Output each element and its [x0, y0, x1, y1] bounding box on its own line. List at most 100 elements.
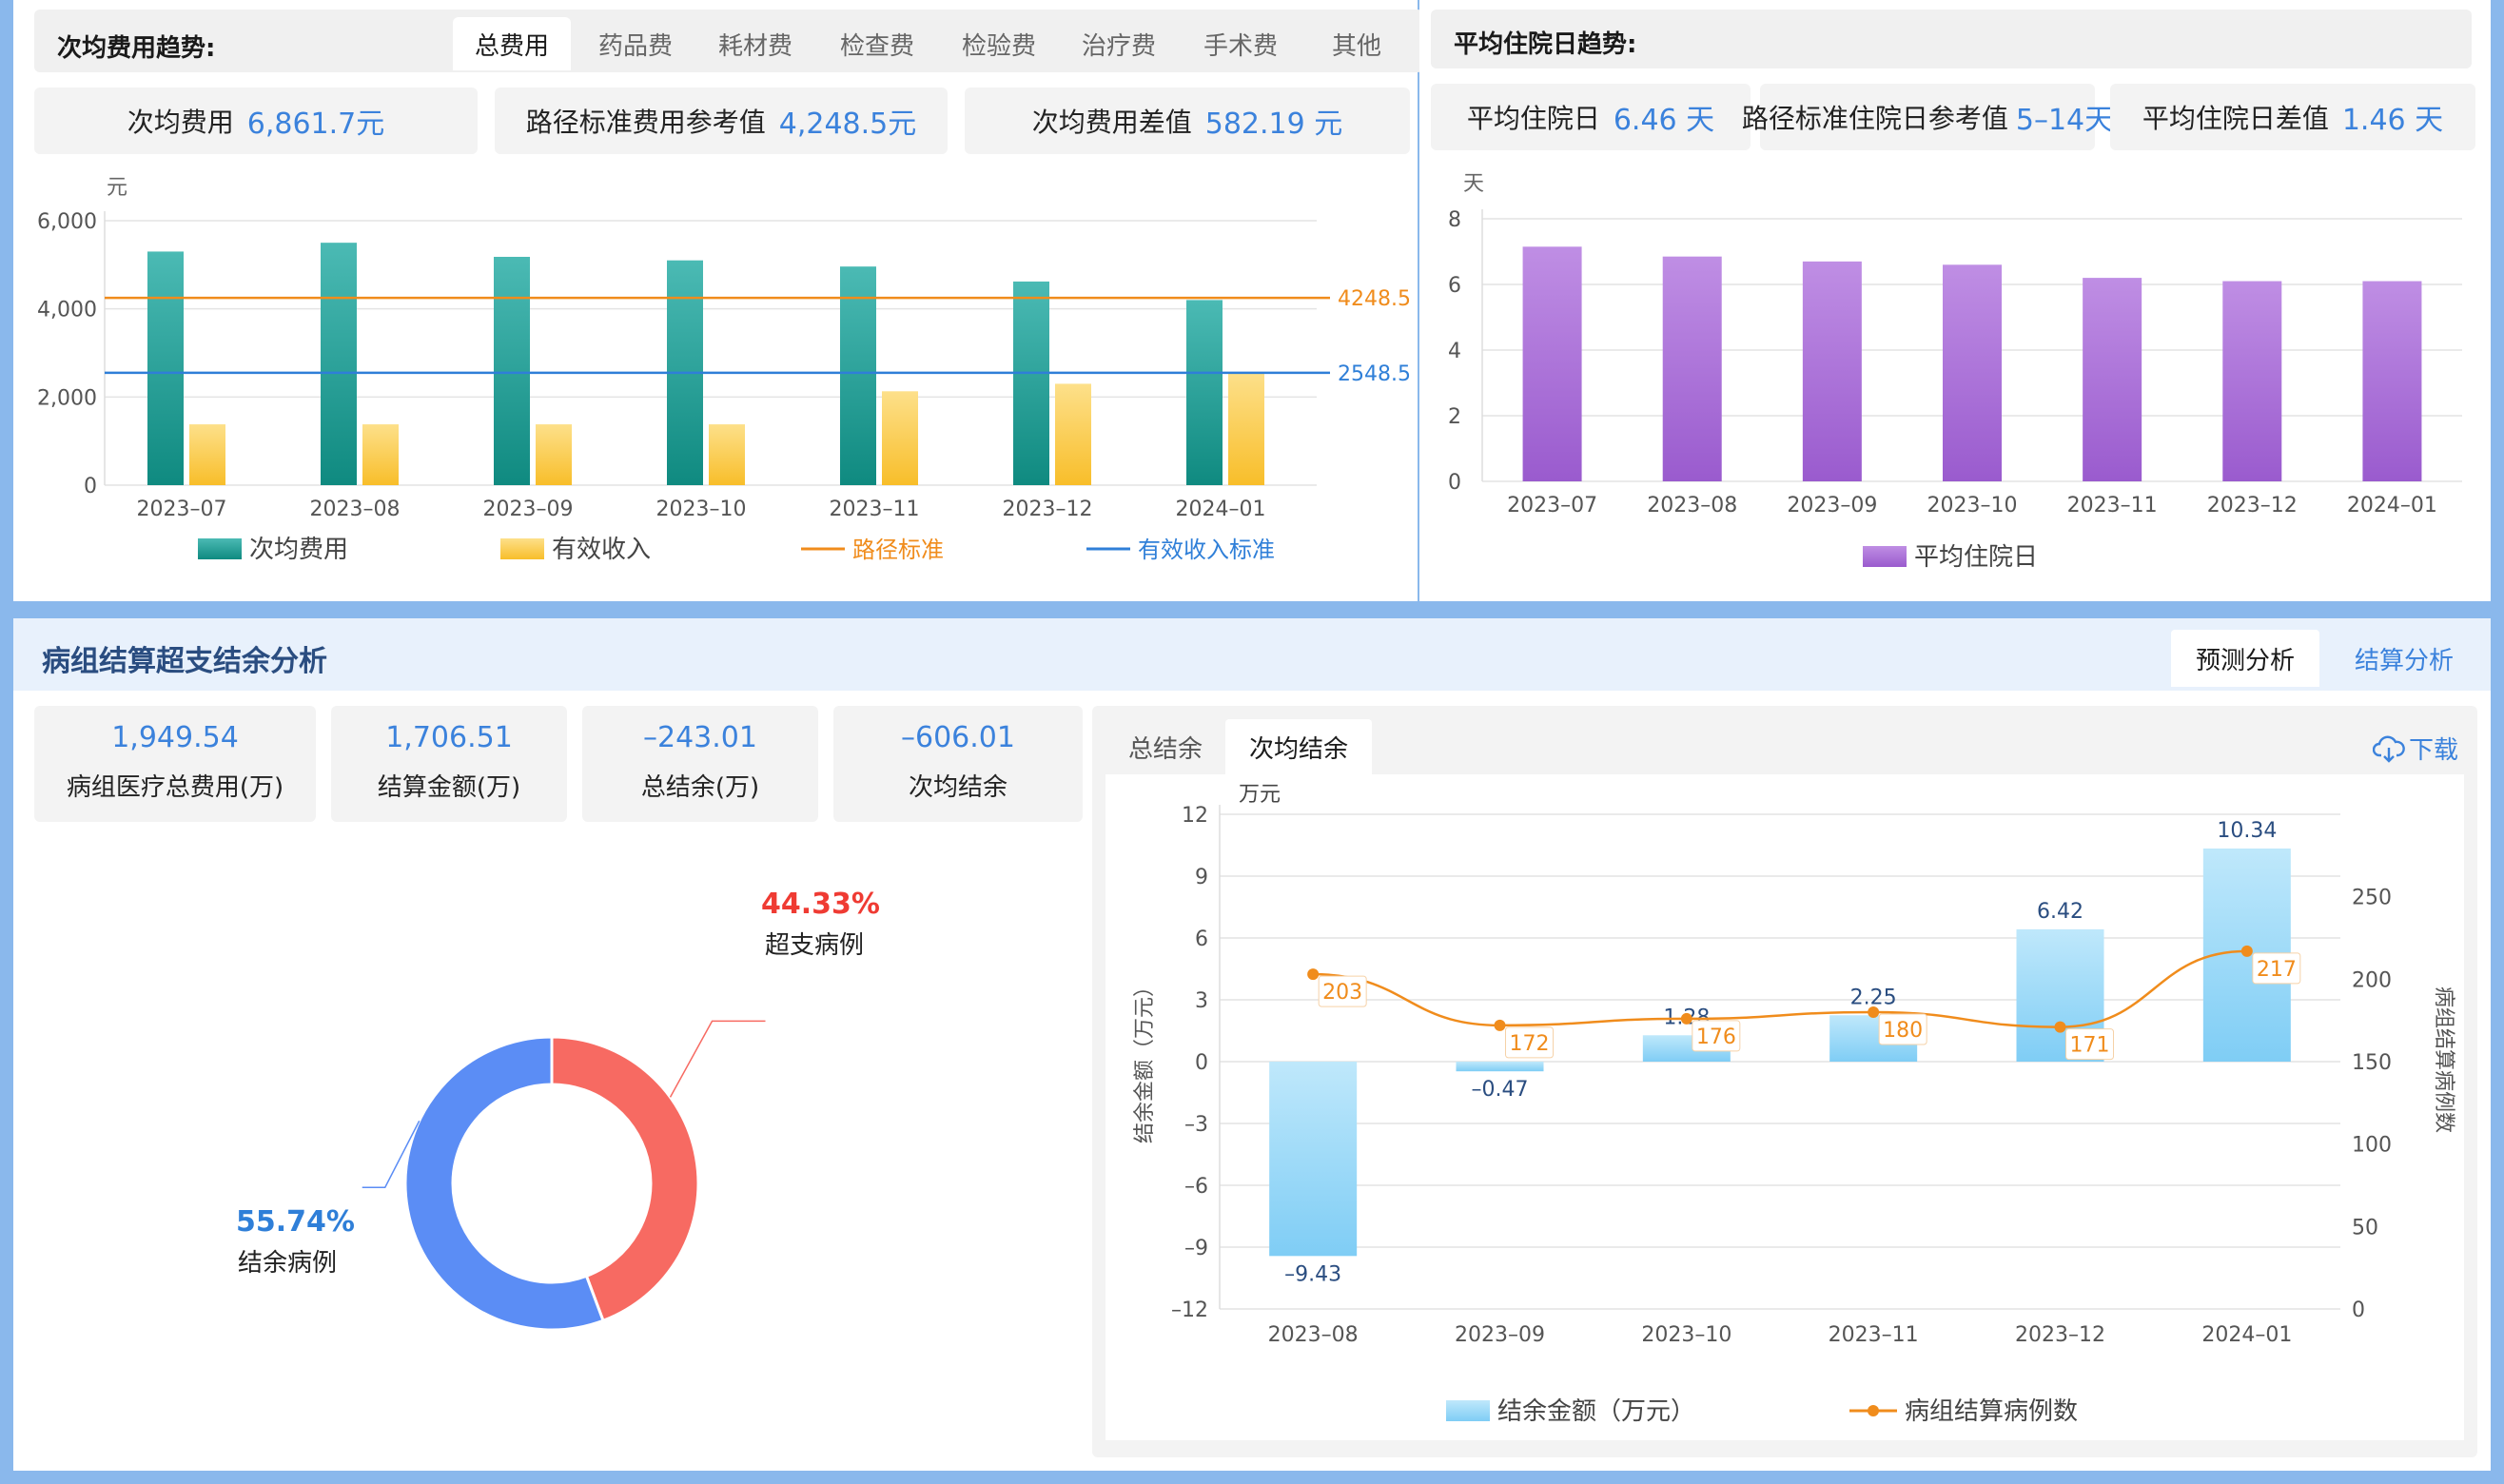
donut-leader-over: [669, 1020, 766, 1098]
settle-y-unit: 万元: [1239, 783, 1281, 807]
settle-case-point: [1494, 1019, 1506, 1031]
cost-bar-avg: [494, 256, 530, 485]
donut-over-label: 超支病例: [765, 931, 864, 960]
donut-slice: [550, 1035, 700, 1323]
legend-income-standard-label: 有效收入标准: [1138, 537, 1275, 563]
cost-bar-income: [1055, 383, 1091, 485]
total-balance-value: –243.01: [643, 721, 757, 754]
legend-cases-label: 病组结算病例数: [1905, 1397, 2078, 1426]
total-balance-kpi: –243.01 总结余(万): [582, 706, 818, 822]
settle-bar-label: –9.43: [1284, 1262, 1341, 1286]
settle-x-tick: 2023–09: [1455, 1323, 1545, 1347]
settle-bar-label: 10.34: [2217, 819, 2277, 843]
settle-y-tick: 12: [1182, 804, 1208, 828]
settlement-chart-area: 万元 –12 –9 –6 –3 0 3 6 9 12 0 50 100 150 200 250 结余金额（万元）…: [1105, 774, 2464, 1440]
legend-swatch-cases-dot: [1868, 1405, 1879, 1416]
cost-bar-income: [189, 424, 225, 485]
settlement-analysis-panel: 病组结算超支结余分析 预测分析 结算分析 1,949.54 病组医疗总费用(万)…: [13, 618, 2491, 1471]
avg-balance-label: 次均结余: [908, 773, 1007, 802]
donut-over-percent: 44.33%: [761, 888, 880, 921]
stay-diff-label: 平均住院日差值: [2142, 103, 2329, 134]
cost-y-tick: 4,000: [37, 299, 97, 322]
tab-forecast-analysis[interactable]: 预测分析: [2171, 630, 2319, 687]
cost-y-tick: 2,000: [37, 386, 97, 410]
cost-trend-title: 次均费用趋势:: [57, 34, 216, 63]
cost-y-tick: 0: [84, 475, 97, 498]
tab-avg-balance[interactable]: 次均结余: [1225, 719, 1372, 774]
stay-x-tick: 2023–10: [1927, 494, 2018, 517]
legend-swatch-stay: [1863, 546, 1907, 567]
stay-x-tick: 2023–11: [2067, 494, 2158, 517]
stay-trend-panel: 平均住院日趋势: 平均住院日 6.46 天 路径标准住院日参考值 5–14天 平…: [1419, 0, 2491, 601]
download-button[interactable]: 下载: [2372, 731, 2458, 766]
standard-stay-stat: 路径标准住院日参考值 5–14天: [1742, 84, 2113, 150]
legend-swatch-avg: [198, 538, 242, 559]
download-label: 下载: [2408, 736, 2458, 765]
tab-cost-5[interactable]: 治疗费: [1060, 17, 1178, 70]
settlement-title-bar: [13, 618, 2491, 691]
cost-bar-avg: [1186, 300, 1223, 485]
settle-case-line: [1313, 949, 2247, 1028]
stay-x-tick: 2023–12: [2207, 494, 2298, 517]
settle-y2-label: 病组结算病例数: [2432, 986, 2455, 1133]
stay-bar: [2222, 281, 2282, 481]
tab-cost-4[interactable]: 检验费: [940, 17, 1058, 70]
settle-x-tick: 2023–11: [1829, 1323, 1919, 1347]
tab-total-balance[interactable]: 总结余: [1111, 719, 1220, 774]
settle-case-point: [1680, 1012, 1692, 1025]
standard-stay-label: 路径标准住院日参考值: [1741, 103, 2008, 134]
stay-trend-chart: 天 0 2 4 6 8 2023–07 2023–08 2023–09 2023–10 2023–1…: [1448, 172, 2462, 572]
settle-case-label: 172: [1510, 1032, 1550, 1056]
total-cost-label: 病组医疗总费用(万): [66, 773, 284, 802]
settle-bar-label: –0.47: [1472, 1078, 1529, 1102]
cost-x-tick: 2023–11: [830, 498, 920, 521]
settle-y2-tick: 200: [2352, 968, 2392, 992]
legend-stay-label: 平均住院日: [1914, 543, 2038, 572]
tab-cost-1[interactable]: 药品费: [577, 17, 694, 70]
avg-stay-label: 平均住院日: [1466, 103, 1600, 134]
settle-y-tick: –3: [1184, 1113, 1208, 1137]
stay-bar: [1943, 264, 2002, 481]
tab-cost-7[interactable]: 其他: [1303, 17, 1410, 70]
stay-bar: [1522, 246, 1582, 481]
stay-x-tick: 2023–08: [1647, 494, 1737, 517]
settlement-amount-kpi: 1,706.51 结算金额(万): [331, 706, 567, 822]
cost-x-tick: 2023–10: [656, 498, 747, 521]
stay-bar: [1662, 256, 1722, 481]
settle-case-point: [2240, 945, 2253, 957]
cost-x-tick: 2023–07: [137, 498, 227, 521]
settle-x-tick: 2023–08: [1268, 1323, 1359, 1347]
settle-case-label: 180: [1883, 1019, 1923, 1043]
settle-bar: [1456, 1062, 1544, 1072]
cost-bar-income: [1228, 372, 1264, 485]
cost-x-tick: 2023–09: [483, 498, 574, 521]
cost-trend-chart: 元 0 2,000 4,000 6,000 2023–07 2023–08 2023–09 20…: [37, 176, 1411, 564]
cost-y-tick: 6,000: [37, 210, 97, 234]
cost-bar-avg: [321, 243, 357, 485]
avg-stay-stat: 平均住院日 6.46 天: [1431, 84, 1751, 150]
settle-y-tick: 6: [1195, 928, 1208, 951]
cost-bar-income: [536, 424, 572, 485]
tab-cost-6[interactable]: 手术费: [1182, 17, 1300, 70]
cost-x-tick: 2023–08: [310, 498, 401, 521]
cost-trend-panel: 次均费用趋势: 总费用 药品费 耗材费 检查费 检验费 治疗费 手术费 其他 次均费用 6,8…: [13, 0, 1423, 601]
tab-cost-2[interactable]: 耗材费: [696, 17, 814, 70]
cost-bar-avg: [840, 266, 876, 485]
settle-y2-tick: 150: [2352, 1051, 2392, 1075]
tab-cost-0[interactable]: 总费用: [453, 17, 571, 70]
tab-settlement-analysis[interactable]: 结算分析: [2333, 630, 2475, 687]
settle-y2-tick: 0: [2352, 1298, 2365, 1322]
tab-cost-3[interactable]: 检查费: [818, 17, 936, 70]
settle-case-label: 203: [1322, 981, 1362, 1005]
cost-bar-income: [709, 424, 745, 485]
stay-y-unit: 天: [1463, 172, 1484, 196]
stay-y-tick: 4: [1448, 340, 1461, 363]
stay-y-tick: 2: [1448, 405, 1461, 429]
legend-balance-label: 结余金额（万元）: [1497, 1397, 1695, 1426]
settle-y-tick: –12: [1171, 1298, 1208, 1322]
settle-case-point: [1868, 1006, 1880, 1018]
case-ratio-donut-chart: 44.33% 超支病例 55.74% 结余病例: [236, 888, 880, 1332]
settle-y-tick: –6: [1184, 1175, 1208, 1199]
donut-balance-percent: 55.74%: [236, 1205, 355, 1239]
settlement-amount-label: 结算金额(万): [377, 773, 521, 802]
